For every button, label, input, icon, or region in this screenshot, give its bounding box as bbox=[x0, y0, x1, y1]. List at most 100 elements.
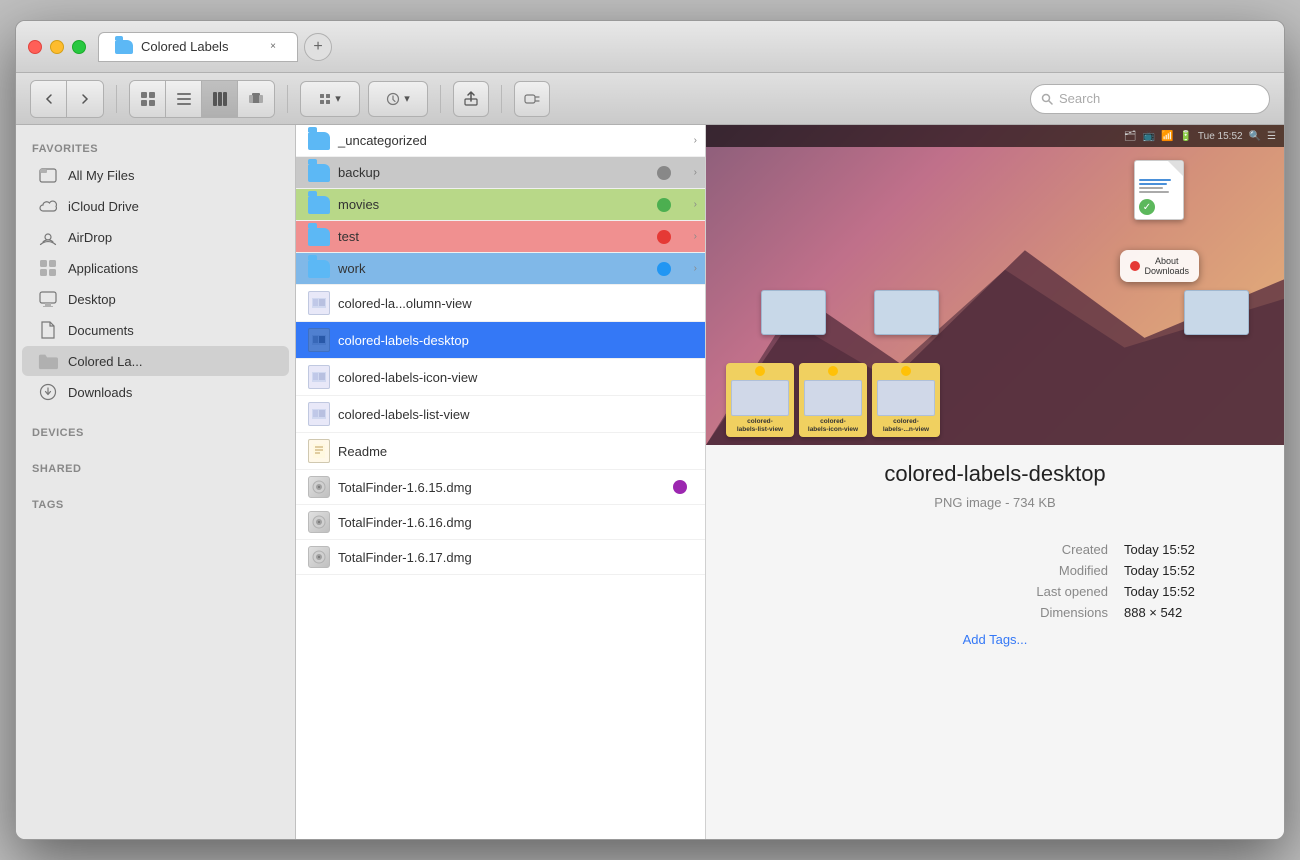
sidebar-item-all-my-files[interactable]: All My Files bbox=[22, 160, 289, 190]
applications-icon bbox=[38, 258, 58, 278]
toolbar-separator-2 bbox=[287, 85, 288, 113]
list-item[interactable]: TotalFinder-1.6.16.dmg bbox=[296, 505, 705, 540]
created-value: Today 15:52 bbox=[1124, 542, 1244, 557]
label-dot-gray bbox=[657, 166, 671, 180]
about-downloads-popup: AboutDownloads bbox=[1120, 250, 1199, 282]
tab-area: Colored Labels × + bbox=[98, 32, 1272, 62]
file-name: colored-labels-list-view bbox=[338, 407, 470, 422]
toolbar-separator-3 bbox=[440, 85, 441, 113]
list-item[interactable]: colored-labels-list-view bbox=[296, 396, 705, 433]
nav-buttons bbox=[30, 80, 104, 118]
label-dot-purple bbox=[673, 480, 687, 494]
preview-image-content: 🗂 📺 📶 🔋 Tue 15:52 🔍 ☰ bbox=[706, 125, 1284, 445]
preview-type: PNG image - 734 KB bbox=[730, 495, 1260, 510]
tags-button[interactable] bbox=[514, 81, 550, 117]
meta-row-dimensions: Dimensions 888 × 542 bbox=[746, 605, 1244, 620]
maximize-button[interactable] bbox=[72, 40, 86, 54]
titlebar: Colored Labels × + bbox=[16, 21, 1284, 73]
file-name: Readme bbox=[338, 444, 387, 459]
last-opened-label: Last opened bbox=[1008, 584, 1108, 599]
sidebar-label-icloud-drive: iCloud Drive bbox=[68, 199, 139, 214]
folder-icon bbox=[308, 228, 330, 246]
chevron-icon: › bbox=[694, 263, 697, 274]
dimensions-label: Dimensions bbox=[1008, 605, 1108, 620]
forward-button[interactable] bbox=[67, 81, 103, 117]
file-name: TotalFinder-1.6.16.dmg bbox=[338, 515, 472, 530]
file-name: _uncategorized bbox=[338, 133, 427, 148]
devices-section-label: Devices bbox=[16, 419, 295, 443]
label-dot-blue bbox=[657, 262, 671, 276]
traffic-lights bbox=[28, 40, 86, 54]
tab-close-button[interactable]: × bbox=[265, 39, 281, 55]
search-icon bbox=[1041, 93, 1053, 105]
chevron-icon: › bbox=[694, 231, 697, 242]
list-item-selected[interactable]: colored-labels-desktop bbox=[296, 322, 705, 359]
arrange-button[interactable]: ▾ bbox=[300, 81, 360, 117]
share-button[interactable] bbox=[453, 81, 489, 117]
preview-filename: colored-labels-desktop bbox=[730, 461, 1260, 487]
folder-icon bbox=[308, 132, 330, 150]
list-item[interactable]: work › bbox=[296, 253, 705, 285]
file-name: backup bbox=[338, 165, 380, 180]
action-button[interactable]: ▾ bbox=[368, 81, 428, 117]
back-button[interactable] bbox=[31, 81, 67, 117]
list-item[interactable]: TotalFinder-1.6.17.dmg bbox=[296, 540, 705, 575]
sidebar-item-airdrop[interactable]: AirDrop bbox=[22, 222, 289, 252]
sidebar-item-documents[interactable]: Documents bbox=[22, 315, 289, 345]
sidebar-label-downloads: Downloads bbox=[68, 385, 132, 400]
file-name: TotalFinder-1.6.15.dmg bbox=[338, 480, 472, 495]
meta-row-last-opened: Last opened Today 15:52 bbox=[746, 584, 1244, 599]
modified-label: Modified bbox=[1008, 563, 1108, 578]
label-dot-green bbox=[657, 198, 671, 212]
sidebar-item-applications[interactable]: Applications bbox=[22, 253, 289, 283]
chevron-icon: › bbox=[694, 199, 697, 210]
all-my-files-icon bbox=[38, 165, 58, 185]
sidebar-label-desktop: Desktop bbox=[68, 292, 116, 307]
search-box[interactable]: Search bbox=[1030, 84, 1270, 114]
screenshot-icon-selected bbox=[308, 328, 330, 352]
airdrop-icon bbox=[38, 227, 58, 247]
file-name: colored-labels-icon-view bbox=[338, 370, 477, 385]
desktop-icon bbox=[38, 289, 58, 309]
file-name: test bbox=[338, 229, 359, 244]
chevron-icon: › bbox=[694, 167, 697, 178]
modified-value: Today 15:52 bbox=[1124, 563, 1244, 578]
dmg-icon bbox=[308, 546, 330, 568]
new-tab-button[interactable]: + bbox=[304, 33, 332, 61]
big-file-icon: ✓ bbox=[1134, 160, 1189, 220]
view-buttons bbox=[129, 80, 275, 118]
list-item[interactable]: backup › bbox=[296, 157, 705, 189]
list-item[interactable]: TotalFinder-1.6.15.dmg bbox=[296, 470, 705, 505]
list-item[interactable]: _uncategorized › bbox=[296, 125, 705, 157]
dmg-icon bbox=[308, 511, 330, 533]
list-item[interactable]: colored-labels-icon-view bbox=[296, 359, 705, 396]
sidebar: Favorites All My Files iCloud Drive AirD… bbox=[16, 125, 296, 839]
preview-time: Tue 15:52 bbox=[1198, 131, 1243, 142]
list-item[interactable]: movies › bbox=[296, 189, 705, 221]
list-view-button[interactable] bbox=[166, 81, 202, 117]
sidebar-item-icloud-drive[interactable]: iCloud Drive bbox=[22, 191, 289, 221]
created-label: Created bbox=[1008, 542, 1108, 557]
file-name: TotalFinder-1.6.17.dmg bbox=[338, 550, 472, 565]
readme-icon bbox=[308, 439, 330, 463]
list-item[interactable]: Readme bbox=[296, 433, 705, 470]
file-name: colored-la...olumn-view bbox=[338, 296, 472, 311]
sidebar-item-desktop[interactable]: Desktop bbox=[22, 284, 289, 314]
minimize-button[interactable] bbox=[50, 40, 64, 54]
close-button[interactable] bbox=[28, 40, 42, 54]
add-tags-button[interactable]: Add Tags... bbox=[963, 632, 1028, 647]
documents-icon bbox=[38, 320, 58, 340]
list-item[interactable]: colored-la...olumn-view bbox=[296, 285, 705, 322]
tab-colored-labels[interactable]: Colored Labels × bbox=[98, 32, 298, 62]
toolbar: ▾ ▾ Search bbox=[16, 73, 1284, 125]
shared-section-label: Shared bbox=[16, 455, 295, 479]
sidebar-item-downloads[interactable]: Downloads bbox=[22, 377, 289, 407]
coverflow-view-button[interactable] bbox=[238, 81, 274, 117]
downloads-icon bbox=[38, 382, 58, 402]
finder-window: Colored Labels × + bbox=[15, 20, 1285, 840]
last-opened-value: Today 15:52 bbox=[1124, 584, 1244, 599]
list-item[interactable]: test › bbox=[296, 221, 705, 253]
icon-view-button[interactable] bbox=[130, 81, 166, 117]
column-view-button[interactable] bbox=[202, 81, 238, 117]
sidebar-item-colored-labels[interactable]: Colored La... bbox=[22, 346, 289, 376]
